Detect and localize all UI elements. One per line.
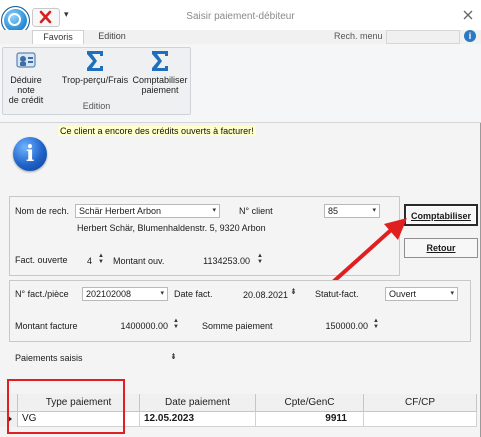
search-name-value: Schär Herbert Arbon [79, 206, 162, 216]
post-payment-button-label: Comptabiliser [410, 211, 471, 221]
invoice-date-value: 20.08.2021 [243, 290, 289, 300]
back-button-label: Retour [426, 243, 456, 253]
invoice-amount-label: Montant facture [15, 321, 78, 331]
post-payment-button[interactable]: Comptabiliser [404, 204, 478, 226]
ribbon-group-label: Edition [82, 101, 111, 111]
invoice-no-label: N° fact./pièce [15, 289, 69, 299]
info-icon: i [13, 137, 47, 171]
open-invoices-label: Fact. ouverte [15, 255, 68, 265]
post-payment-label-1: Comptabiliser [132, 75, 188, 85]
menu-search-label: Rech. menu [334, 31, 383, 41]
post-payment-ribbon-button[interactable]: Comptabiliser paiement [131, 49, 189, 95]
overpayment-fees-button[interactable]: Trop-perçu/Frais [60, 49, 130, 85]
payment-sum-value: 150000.00 [325, 321, 368, 331]
menu-search-input[interactable] [386, 30, 460, 44]
chevron-down-icon: ▾ [212, 207, 216, 214]
invoice-status-label: Statut-fact. [315, 289, 359, 299]
cell-account[interactable]: 9911 [256, 412, 364, 427]
open-invoices-spinner[interactable]: ▲ ▼ [98, 253, 104, 265]
deduct-credit-note-label-1: Déduire note [10, 75, 42, 95]
payments-entered-label: Paiements saisis [15, 353, 83, 363]
invoice-date-label: Date fact. [174, 289, 213, 299]
invoice-status-select[interactable]: Ouvert ▾ [385, 287, 458, 301]
chevron-down-icon: ▾ [450, 290, 454, 297]
column-header-cfcp[interactable]: CF/CP [364, 394, 477, 412]
search-name-select[interactable]: Schär Herbert Arbon ▾ [75, 204, 220, 218]
window-title: Saisir paiement-débiteur [186, 11, 295, 22]
client-no-label: N° client [239, 206, 273, 216]
open-amount-spinner[interactable]: ▲ ▼ [257, 253, 263, 265]
client-address: Herbert Schär, Blumenhaldenstr. 5, 9320 … [77, 223, 266, 233]
overpayment-fees-label: Trop-perçu/Frais [61, 75, 129, 85]
chevron-down-icon: ▾ [160, 290, 164, 297]
date-picker-icon[interactable]: ⇟ [290, 287, 297, 296]
cell-payment-date[interactable]: 12.05.2023 [140, 412, 256, 427]
invoice-no-select[interactable]: 202102008 ▾ [82, 287, 168, 301]
deduct-credit-note-button[interactable]: Déduire note de crédit [4, 49, 48, 105]
search-name-label: Nom de rech. [15, 206, 70, 216]
invoice-amount-value: 1400000.00 [120, 321, 168, 331]
back-button[interactable]: Retour [404, 238, 478, 258]
window-close-icon[interactable] [461, 8, 475, 22]
open-credits-notice: Ce client a encore des crédits ouverts à… [58, 126, 256, 136]
expand-payments-icon[interactable]: ⇟ [170, 352, 177, 361]
invoice-amount-spinner[interactable]: ▲ ▼ [173, 318, 179, 330]
client-no-value: 85 [328, 206, 339, 216]
open-invoices-value: 4 [87, 256, 93, 266]
sigma-icon [60, 49, 130, 73]
open-amount-label: Montant ouv. [113, 256, 165, 266]
invoice-status-value: Ouvert [389, 289, 417, 299]
annotation-arrow [331, 218, 407, 284]
payment-sum-spinner[interactable]: ▲ ▼ [373, 318, 379, 330]
users-icon [4, 49, 48, 73]
open-amount-value: 1134253.00 [203, 256, 250, 266]
column-header-account[interactable]: Cpte/GenC [256, 394, 364, 412]
annotation-highlight-box [7, 379, 125, 434]
tab-edition[interactable]: Edition [88, 30, 136, 44]
sigma-icon [131, 49, 189, 73]
column-header-date[interactable]: Date paiement [140, 394, 256, 412]
cell-cfcp[interactable] [364, 412, 477, 427]
post-payment-label-2: paiement [141, 85, 179, 95]
payment-sum-label: Somme paiement [202, 321, 273, 331]
tab-favoris[interactable]: Favoris [32, 30, 84, 44]
help-icon[interactable]: i [464, 30, 476, 42]
invoice-no-value: 202102008 [86, 289, 132, 299]
